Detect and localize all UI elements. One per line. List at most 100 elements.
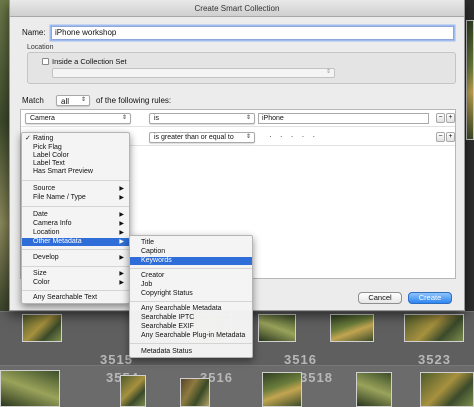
photo-thumbnail[interactable]: [404, 314, 464, 342]
menu-item-label: Copyright Status: [141, 290, 193, 297]
menu-item-label: Other Metadata: [33, 238, 82, 245]
menu-item-size[interactable]: Size ▶: [22, 270, 129, 278]
submenu-arrow-icon: ▶: [119, 221, 124, 227]
menu-item-label: Camera Info: [33, 220, 72, 227]
create-button[interactable]: Create: [408, 292, 452, 304]
menu-item-label: Rating: [33, 135, 54, 142]
submenu-item-caption[interactable]: Caption: [130, 248, 252, 256]
match-popup[interactable]: all ⇕: [56, 95, 90, 106]
menu-separator: [130, 301, 252, 302]
menu-item-has-smart-preview[interactable]: Has Smart Preview: [22, 168, 129, 176]
match-value: all: [61, 97, 70, 106]
chevron-updown-icon: ⇕: [245, 115, 251, 121]
menu-item-label: Any Searchable Metadata: [141, 305, 222, 312]
add-rule-button[interactable]: +: [446, 113, 455, 123]
rule-operator: is greater than or equal to: [154, 134, 234, 141]
add-rule-button[interactable]: +: [446, 132, 455, 142]
photo-thumbnail[interactable]: [420, 372, 474, 407]
library-strip: [0, 365, 474, 407]
menu-item-label: Size: [33, 270, 47, 277]
menu-item-other-metadata[interactable]: Other Metadata ▶: [22, 238, 129, 246]
menu-item-develop[interactable]: Develop ▶: [22, 254, 129, 262]
submenu-item-searchable-exif[interactable]: Searchable EXIF: [130, 323, 252, 331]
menu-item-any-searchable-text[interactable]: Any Searchable Text: [22, 294, 129, 302]
photo-thumbnail[interactable]: [258, 314, 296, 342]
rule-operator-popup[interactable]: is greater than or equal to ⇕: [149, 132, 255, 143]
menu-item-label: Color: [33, 279, 50, 286]
chevron-updown-icon: ⇕: [325, 69, 331, 75]
photo-thumbnail[interactable]: [262, 372, 302, 407]
collection-set-popup[interactable]: ⇕: [52, 68, 335, 78]
checkmark-icon: ✓: [25, 135, 31, 142]
photo-thumbnail[interactable]: [0, 370, 60, 407]
rating-stars[interactable]: · · · · ·: [269, 132, 318, 141]
photo-thumbnail[interactable]: [180, 378, 210, 407]
menu-item-color[interactable]: Color ▶: [22, 279, 129, 287]
menu-item-file-name-type[interactable]: File Name / Type ▶: [22, 194, 129, 202]
photo-thumbnail[interactable]: [466, 20, 474, 140]
menu-item-label: Metadata Status: [141, 348, 192, 355]
submenu-item-copyright-status[interactable]: Copyright Status: [130, 290, 252, 298]
chevron-updown-icon: ⇕: [245, 134, 251, 140]
cancel-button[interactable]: Cancel: [358, 292, 402, 304]
remove-rule-button[interactable]: −: [436, 132, 445, 142]
menu-item-label: Any Searchable Plug-in Metadata: [141, 332, 246, 339]
menu-item-label: Keywords: [141, 257, 172, 264]
menu-separator: [22, 206, 129, 207]
submenu-arrow-icon: ▶: [119, 280, 124, 286]
menu-item-label: File Name / Type: [33, 194, 86, 201]
menu-separator: [22, 249, 129, 250]
menu-item-date[interactable]: Date ▶: [22, 211, 129, 219]
remove-rule-button[interactable]: −: [436, 113, 445, 123]
dialog-title: Create Smart Collection: [10, 0, 464, 17]
name-row: Name: iPhone workshop: [22, 26, 454, 40]
menu-separator: [130, 268, 252, 269]
photo-thumbnail[interactable]: [356, 372, 392, 407]
inside-collection-set-checkbox[interactable]: [42, 58, 49, 65]
submenu-item-searchable-iptc[interactable]: Searchable IPTC: [130, 314, 252, 322]
submenu-item-any-searchable-metadata[interactable]: Any Searchable Metadata: [130, 305, 252, 313]
submenu-arrow-icon: ▶: [119, 239, 124, 245]
menu-item-label-text[interactable]: Label Text: [22, 160, 129, 168]
location-group: Inside a Collection Set ⇕: [27, 52, 456, 84]
menu-item-camera-info[interactable]: Camera Info ▶: [22, 220, 129, 228]
submenu-item-any-searchable-plugin-metadata[interactable]: Any Searchable Plug-in Metadata: [130, 332, 252, 340]
menu-item-source[interactable]: Source ▶: [22, 185, 129, 193]
submenu-arrow-icon: ▶: [119, 271, 124, 277]
menu-item-pick-flag[interactable]: Pick Flag: [22, 144, 129, 152]
menu-separator: [22, 266, 129, 267]
photo-thumbnail[interactable]: [330, 314, 374, 342]
menu-separator: [22, 180, 129, 181]
name-input[interactable]: iPhone workshop: [51, 26, 454, 40]
photo-thumbnail[interactable]: [22, 314, 62, 342]
menu-item-label: Label Text: [33, 160, 65, 167]
cell-number: 3523: [418, 352, 451, 367]
submenu-arrow-icon: ▶: [119, 212, 124, 218]
other-metadata-submenu: Title Caption Keywords Creator Job Copyr…: [129, 235, 253, 358]
rule-row: Camera ⇕ is ⇕ iPhone − +: [21, 110, 455, 127]
rule-operator-popup[interactable]: is ⇕: [149, 113, 255, 124]
submenu-item-job[interactable]: Job: [130, 281, 252, 289]
cell-number: 3518: [300, 370, 333, 385]
menu-item-rating[interactable]: ✓ Rating: [22, 135, 129, 143]
match-row: Match all ⇕ of the following rules:: [22, 95, 322, 107]
menu-item-label-color[interactable]: Label Color: [22, 152, 129, 160]
submenu-item-metadata-status[interactable]: Metadata Status: [130, 348, 252, 356]
match-label: Match: [22, 96, 44, 105]
menu-item-label: Develop: [33, 254, 59, 261]
menu-item-label: Pick Flag: [33, 144, 62, 151]
submenu-item-keywords[interactable]: Keywords: [130, 257, 252, 265]
menu-item-label: Title: [141, 239, 154, 246]
menu-item-label: Has Smart Preview: [33, 168, 93, 175]
menu-item-label: Location: [33, 229, 60, 236]
submenu-item-title[interactable]: Title: [130, 239, 252, 247]
submenu-item-creator[interactable]: Creator: [130, 272, 252, 280]
menu-item-label: Date: [33, 211, 48, 218]
photo-thumbnail[interactable]: [120, 375, 146, 407]
rule-field-popup[interactable]: Camera ⇕: [25, 113, 131, 124]
menu-separator: [130, 343, 252, 344]
menu-item-location[interactable]: Location ▶: [22, 229, 129, 237]
rule-field-menu: ✓ Rating Pick Flag Label Color Label Tex…: [21, 132, 130, 304]
menu-item-label: Searchable EXIF: [141, 323, 194, 330]
rule-value-input[interactable]: iPhone: [258, 113, 429, 124]
